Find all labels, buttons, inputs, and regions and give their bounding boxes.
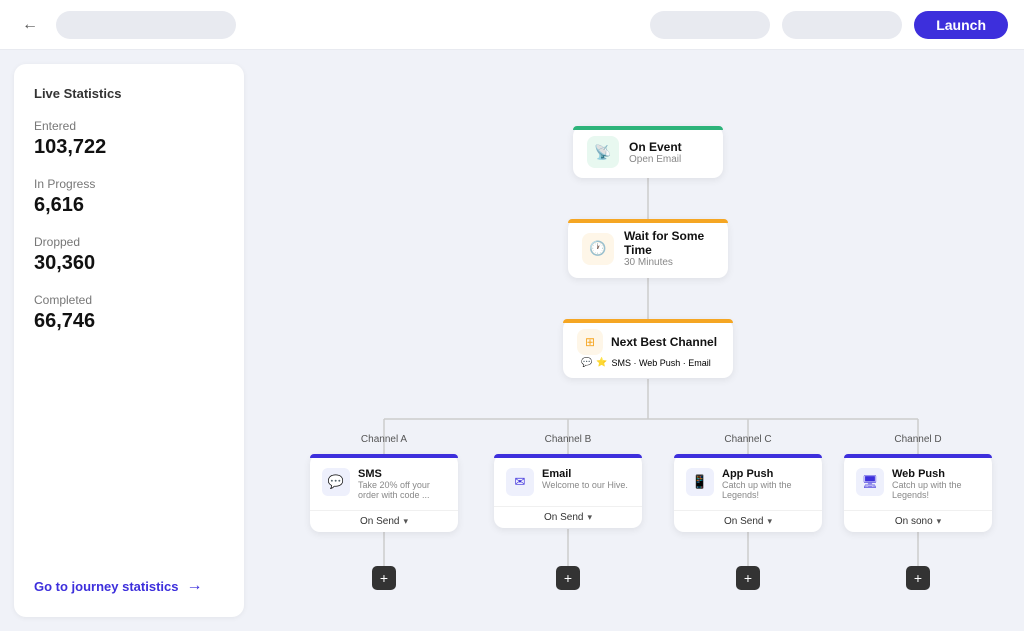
- topbar-pill-2: [782, 11, 902, 39]
- next-best-icon-3: ⭐: [596, 357, 607, 368]
- main-area: Live Statistics Entered 103,722 In Progr…: [0, 50, 1024, 631]
- channel-a-sub: Take 20% off your order with code ...: [358, 480, 446, 500]
- channel-c-label: Channel C: [674, 434, 822, 445]
- channel-b-title: Email: [542, 468, 628, 480]
- stat-entered: Entered 103,722: [34, 119, 224, 159]
- stat-dropped-label: Dropped: [34, 235, 224, 249]
- journey-stats-link-label: Go to journey statistics: [34, 579, 178, 594]
- stat-in-progress-label: In Progress: [34, 177, 224, 191]
- stat-completed: Completed 66,746: [34, 293, 224, 333]
- next-best-title: Next Best Channel: [611, 335, 717, 349]
- channel-a-card[interactable]: 💬 SMS Take 20% off your order with code …: [310, 454, 458, 532]
- channel-d-title: Web Push: [892, 468, 980, 480]
- launch-button[interactable]: Launch: [914, 11, 1008, 39]
- channel-c-title: App Push: [722, 468, 810, 480]
- stat-completed-label: Completed: [34, 293, 224, 307]
- plus-button-c[interactable]: +: [736, 566, 760, 590]
- next-best-icon-2: 💬: [581, 357, 592, 368]
- email-icon: ✉: [506, 468, 534, 496]
- next-best-node[interactable]: ⊞ Next Best Channel 💬 ⭐ SMS · Web Push ·…: [563, 319, 733, 378]
- arrow-icon: →: [186, 577, 202, 595]
- sidebar-title: Live Statistics: [34, 86, 224, 101]
- stat-dropped: Dropped 30,360: [34, 235, 224, 275]
- sidebar: Live Statistics Entered 103,722 In Progr…: [14, 64, 244, 617]
- on-event-title: On Event: [629, 140, 682, 154]
- channel-d-card[interactable]: 🖥 Web Push Catch up with the Legends! On…: [844, 454, 992, 532]
- channel-d-label: Channel D: [844, 434, 992, 445]
- wait-icon: 🕐: [582, 233, 614, 265]
- channel-c-card[interactable]: 📱 App Push Catch up with the Legends! On…: [674, 454, 822, 532]
- stat-entered-value: 103,722: [34, 136, 224, 159]
- flow-canvas: 📡 On Event Open Email 🕐 Wait for Some Ti…: [244, 50, 1024, 631]
- channel-c-on-send[interactable]: On Send ▾: [674, 510, 822, 532]
- chevron-down-icon-c: ▾: [767, 516, 772, 527]
- channel-c-sub: Catch up with the Legends!: [722, 480, 810, 500]
- stat-dropped-value: 30,360: [34, 252, 224, 275]
- plus-button-d[interactable]: +: [906, 566, 930, 590]
- app-push-icon: 📱: [686, 468, 714, 496]
- next-best-sub: SMS · Web Push · Email: [611, 358, 710, 368]
- stat-in-progress-value: 6,616: [34, 194, 224, 217]
- channel-a-title: SMS: [358, 468, 446, 480]
- stat-completed-value: 66,746: [34, 310, 224, 333]
- channel-d-on-send[interactable]: On sono ▾: [844, 510, 992, 532]
- channel-a-label: Channel A: [310, 434, 458, 445]
- channel-b-on-send[interactable]: On Send ▾: [494, 506, 642, 528]
- journey-title-pill: [56, 11, 236, 39]
- wait-node[interactable]: 🕐 Wait for Some Time 30 Minutes: [568, 219, 728, 278]
- sms-icon: 💬: [322, 468, 350, 496]
- stat-in-progress: In Progress 6,616: [34, 177, 224, 217]
- topbar-pill-1: [650, 11, 770, 39]
- wait-sub: 30 Minutes: [624, 257, 714, 268]
- plus-button-a[interactable]: +: [372, 566, 396, 590]
- chevron-down-icon-b: ▾: [587, 512, 592, 523]
- topbar: ← Launch: [0, 0, 1024, 50]
- on-event-node[interactable]: 📡 On Event Open Email: [573, 126, 723, 178]
- back-button[interactable]: ←: [16, 11, 44, 39]
- stat-entered-label: Entered: [34, 119, 224, 133]
- wait-title: Wait for Some Time: [624, 229, 714, 257]
- next-best-icon: ⊞: [577, 329, 603, 355]
- channel-d-sub: Catch up with the Legends!: [892, 480, 980, 500]
- channel-a-on-send[interactable]: On Send ▾: [310, 510, 458, 532]
- plus-button-b[interactable]: +: [556, 566, 580, 590]
- channel-b-label: Channel B: [494, 434, 642, 445]
- journey-stats-link[interactable]: Go to journey statistics →: [34, 557, 224, 595]
- on-event-icon: 📡: [587, 136, 619, 168]
- chevron-down-icon-d: ▾: [937, 516, 942, 527]
- channel-b-card[interactable]: ✉ Email Welcome to our Hive. On Send ▾: [494, 454, 642, 528]
- flow-container: 📡 On Event Open Email 🕐 Wait for Some Ti…: [258, 64, 1010, 617]
- chevron-down-icon: ▾: [403, 516, 408, 527]
- on-event-sub: Open Email: [629, 154, 682, 165]
- web-push-icon: 🖥: [856, 468, 884, 496]
- channel-b-sub: Welcome to our Hive.: [542, 480, 628, 490]
